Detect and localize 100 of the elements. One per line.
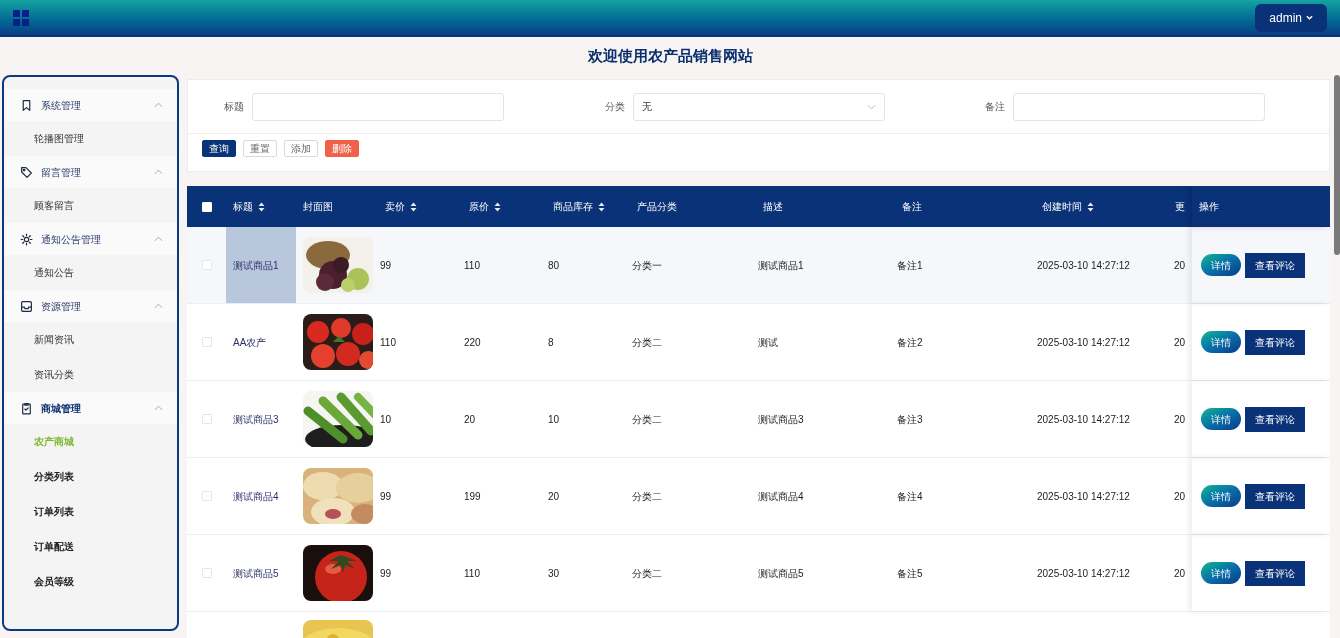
scrollbar[interactable] bbox=[1334, 75, 1340, 255]
menu-item[interactable]: 顾客留言 bbox=[4, 188, 177, 223]
table-cell-text: 2025-03-10 14:27:12 bbox=[1036, 489, 1131, 504]
table-row[interactable]: 测试商品1 99 110 80 分类一 测试商品1 备注1 2025-03-10 14:27:12 20 详情 查看评论 bbox=[187, 227, 1330, 304]
table-cell-text: 220 bbox=[463, 335, 482, 350]
input-field[interactable] bbox=[252, 92, 505, 121]
row-checkbox[interactable] bbox=[201, 568, 212, 578]
sort-icon[interactable] bbox=[410, 201, 417, 212]
table-cell-text: 测试商品5 bbox=[232, 566, 280, 581]
column-header[interactable]: 描述 bbox=[763, 199, 783, 214]
menu-group[interactable]: 系统管理 bbox=[4, 89, 177, 121]
table-cell-text: AA农产 bbox=[232, 335, 268, 350]
menu-group[interactable]: 商城管理 bbox=[4, 392, 177, 424]
view-comments-button[interactable]: 查看评论 bbox=[1245, 252, 1305, 278]
chevron-up-icon bbox=[154, 169, 163, 175]
details-button[interactable]: 详情 bbox=[1201, 331, 1241, 353]
table-cell-text: 测试商品3 bbox=[232, 412, 280, 427]
table-cell-text: 20 bbox=[1173, 258, 1187, 273]
column-header[interactable]: 原价 bbox=[469, 199, 501, 214]
table-cell-text: 分类二 bbox=[631, 566, 663, 581]
view-comments-button[interactable]: 查看评论 bbox=[1245, 329, 1305, 355]
details-button[interactable]: 详情 bbox=[1201, 562, 1241, 584]
row-checkbox[interactable] bbox=[201, 337, 212, 347]
menu-item[interactable]: 资讯分类 bbox=[4, 357, 177, 392]
table-cell-text: 110 bbox=[379, 335, 397, 350]
details-button[interactable]: 详情 bbox=[1201, 254, 1241, 276]
sort-icon[interactable] bbox=[258, 201, 265, 212]
grid-icon[interactable] bbox=[13, 9, 29, 26]
chevron-up-icon bbox=[154, 405, 163, 411]
table-cell-text: 备注3 bbox=[896, 412, 924, 427]
inbox-icon bbox=[20, 299, 33, 313]
chevron-up-icon bbox=[154, 303, 163, 309]
row-checkbox[interactable] bbox=[201, 414, 212, 424]
menu-item[interactable]: 轮播图管理 bbox=[4, 121, 177, 156]
sort-icon[interactable] bbox=[494, 201, 501, 212]
table-cell-text: 测试商品4 bbox=[757, 489, 805, 504]
table-cell-text: 20 bbox=[1173, 335, 1187, 350]
menu-item[interactable]: 新闻资讯 bbox=[4, 322, 177, 357]
category-select[interactable]: 无 bbox=[632, 92, 885, 121]
action-button[interactable]: 查询 bbox=[202, 140, 236, 157]
table-cell-text: 99 bbox=[379, 566, 393, 581]
table-cell-text: 20 bbox=[1173, 566, 1187, 581]
table-row[interactable]: 测试商品4 99 199 20 分类二 测试商品4 备注4 2025-03-10 14:27:12 20 详情 查看评论 bbox=[187, 458, 1330, 535]
table-cell-text: 测试商品5 bbox=[757, 566, 805, 581]
column-header[interactable]: 备注 bbox=[902, 199, 922, 214]
menu-group-label: 系统管理 bbox=[41, 98, 82, 113]
chevron-up-icon bbox=[154, 102, 163, 108]
menu-group[interactable]: 留言管理 bbox=[4, 156, 177, 188]
view-comments-button[interactable]: 查看评论 bbox=[1245, 406, 1305, 432]
menu-group[interactable]: 资源管理 bbox=[4, 290, 177, 322]
row-checkbox[interactable] bbox=[201, 491, 212, 501]
input-field[interactable] bbox=[1013, 92, 1265, 121]
table-cell-text: 30 bbox=[547, 566, 561, 581]
table-cell-text: 20 bbox=[1173, 412, 1187, 427]
table-cell-text: 20 bbox=[1173, 489, 1187, 504]
column-header[interactable]: 标题 bbox=[233, 199, 265, 214]
column-header[interactable]: 操作 bbox=[1199, 199, 1219, 214]
column-header[interactable]: 商品库存 bbox=[553, 199, 605, 214]
menu-item[interactable]: 会员等级 bbox=[4, 564, 177, 599]
table-row[interactable]: 测试商品3 10 20 10 分类二 测试商品3 备注3 2025-03-10 14:27:12 20 详情 查看评论 bbox=[187, 381, 1330, 458]
select-all-checkbox[interactable] bbox=[201, 201, 212, 212]
action-button[interactable]: 添加 bbox=[284, 140, 318, 157]
menu-group-label: 通知公告管理 bbox=[41, 232, 102, 247]
table-cell-text: 分类一 bbox=[631, 258, 663, 273]
action-button[interactable]: 重置 bbox=[243, 140, 277, 157]
column-header[interactable]: 更 bbox=[1175, 199, 1185, 214]
menu-group[interactable]: 通知公告管理 bbox=[4, 223, 177, 255]
menu-item[interactable]: 订单配送 bbox=[4, 529, 177, 564]
bookmark-icon bbox=[20, 98, 33, 112]
view-comments-button[interactable]: 查看评论 bbox=[1245, 483, 1305, 509]
table-cell-text: 测试商品4 bbox=[232, 489, 280, 504]
column-header[interactable]: 封面图 bbox=[303, 199, 333, 214]
view-comments-button[interactable]: 查看评论 bbox=[1245, 560, 1305, 586]
menu-item[interactable]: 分类列表 bbox=[4, 459, 177, 494]
column-header[interactable]: 创建时间 bbox=[1042, 199, 1094, 214]
chevron-down-icon bbox=[866, 103, 876, 110]
sort-icon[interactable] bbox=[1087, 201, 1094, 212]
field-label: 标题 bbox=[224, 100, 245, 114]
row-checkbox[interactable] bbox=[201, 260, 212, 270]
table-row[interactable]: 测试商品5 99 110 30 分类二 测试商品5 备注5 2025-03-10 14:27:12 20 详情 查看评论 bbox=[187, 535, 1330, 612]
menu-group-label: 商城管理 bbox=[41, 401, 82, 416]
table-cell-text: 分类二 bbox=[631, 412, 663, 427]
menu-group-label: 留言管理 bbox=[41, 165, 82, 180]
table-row[interactable]: AA农产 110 220 8 分类二 测试 备注2 2025-03-10 14:27:12 20 详情 查看评论 bbox=[187, 304, 1330, 381]
table-cell-text: 20 bbox=[463, 412, 477, 427]
menu-item[interactable]: 订单列表 bbox=[4, 494, 177, 529]
column-header[interactable]: 卖价 bbox=[385, 199, 417, 214]
table-cell-text: 110 bbox=[463, 258, 481, 273]
table-cell-text: 测试商品1 bbox=[757, 258, 805, 273]
table-cell-text: 99 bbox=[379, 489, 393, 504]
details-button[interactable]: 详情 bbox=[1201, 408, 1241, 430]
column-header[interactable]: 产品分类 bbox=[637, 199, 677, 214]
menu-item[interactable]: 通知公告 bbox=[4, 255, 177, 290]
clipboard-icon bbox=[20, 401, 33, 415]
field-label: 备注 bbox=[985, 100, 1005, 114]
sort-icon[interactable] bbox=[598, 201, 605, 212]
user-menu-button[interactable]: admin bbox=[1255, 3, 1327, 32]
table-cell-text: 分类二 bbox=[631, 489, 663, 504]
caret-icon bbox=[1306, 15, 1313, 20]
details-button[interactable]: 详情 bbox=[1201, 485, 1241, 507]
